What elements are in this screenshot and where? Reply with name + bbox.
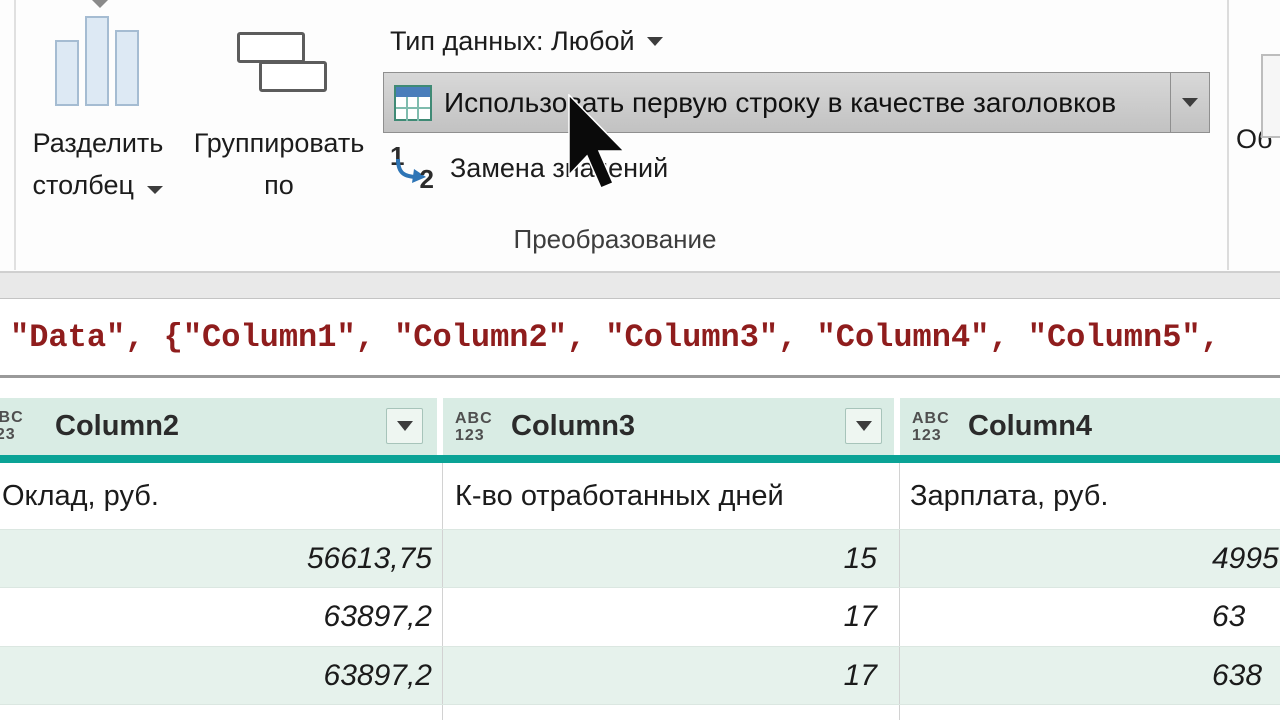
column-header-column2[interactable]: ABC123 Column2 [0,398,443,455]
column-header-column3[interactable]: ABC 123 Column3 [443,398,900,455]
cell[interactable]: 63 [900,588,1280,646]
mouse-cursor [568,94,625,189]
use-first-row-dropdown[interactable] [1170,73,1209,132]
chevron-down-icon [147,186,164,194]
cell[interactable]: 56613,75 [0,530,443,587]
chevron-down-icon [646,36,663,46]
cell[interactable]: 15 [443,530,900,587]
cell[interactable]: К-во отработанных дней [443,463,900,529]
replace-values-button[interactable]: 1 2 Замена значений [388,140,668,196]
table-row: 63897,2 17 63 [0,588,1280,647]
cell[interactable]: 63897,2 [0,588,443,646]
cell[interactable]: 4995 [900,530,1280,587]
split-column-label-line1: Разделить [32,128,164,158]
column-header-label: Column2 [55,410,180,442]
data-type-any-icon: ABC123 [912,409,950,444]
ribbon-group-caption: Преобразование [513,224,717,254]
chevron-down-icon [1182,98,1198,107]
ribbon-transform-section: Разделить столбец Группировать по Тип да… [0,0,1280,272]
next-group-partial-icon [1261,54,1280,138]
chevron-down-icon [396,421,413,431]
use-first-row-label: Использовать первую строку в качестве за… [444,86,1117,118]
column-header-label: Column4 [968,410,1093,442]
power-query-editor-window: Разделить столбец Группировать по Тип да… [0,0,1280,720]
replace-values-icon: 1 2 [390,141,434,194]
chevron-down-icon [855,421,872,431]
cell[interactable]: Оклад, руб. [0,463,443,529]
table-headers-icon [394,84,432,121]
data-type-dropdown[interactable]: Тип данных: Любой [390,22,663,60]
replace-values-label: Замена значений [450,152,669,183]
split-column-icon [55,14,147,106]
table-row: Оклад, руб. К-во отработанных дней Зарпл… [0,463,1280,530]
cell[interactable]: 63897,2 [0,647,443,704]
chevron-down-icon [92,0,108,8]
cell[interactable]: 17 [443,647,900,704]
column-header-column4[interactable]: ABC 123 Column4 [900,398,1280,455]
use-first-row-as-headers-button[interactable]: Использовать первую строку в качестве за… [383,72,1210,133]
formula-bar[interactable]: "Data", {"Column1", "Column2", "Column3"… [0,299,1280,378]
ribbon-group-divider [1227,0,1229,270]
split-column-label-line2: столбец [2,164,194,206]
group-by-icon [259,61,327,92]
column3-filter-dropdown[interactable] [845,408,882,444]
cell[interactable]: 638 [900,647,1280,704]
data-preview-grid: ABC123 Column2 ABC123 Column3 ABC123 [0,398,1280,720]
data-type-label: Тип данных: Любой [390,25,635,56]
table-row: 63897,2 17 638 [0,647,1280,705]
group-by-label[interactable]: Группировать по [176,122,382,206]
ribbon-bottom-band [0,272,1280,299]
header-accent-line [0,455,1280,463]
data-type-any-icon: ABC123 [455,409,493,444]
grid-header-row: ABC123 Column2 ABC123 Column3 ABC123 [0,398,1280,455]
formula-text[interactable]: "Data", {"Column1", "Column2", "Column3"… [10,319,1220,356]
split-column-label[interactable]: Разделить столбец [2,122,194,206]
table-row [0,705,1280,720]
table-row: 56613,75 15 4995 [0,530,1280,588]
group-by-icon [237,32,305,63]
cell[interactable]: Зарплата, руб. [900,463,1280,529]
column2-filter-dropdown[interactable] [386,408,423,444]
data-type-any-icon: ABC123 [0,409,24,443]
cell[interactable]: 17 [443,588,900,646]
column-header-label: Column3 [511,410,636,442]
